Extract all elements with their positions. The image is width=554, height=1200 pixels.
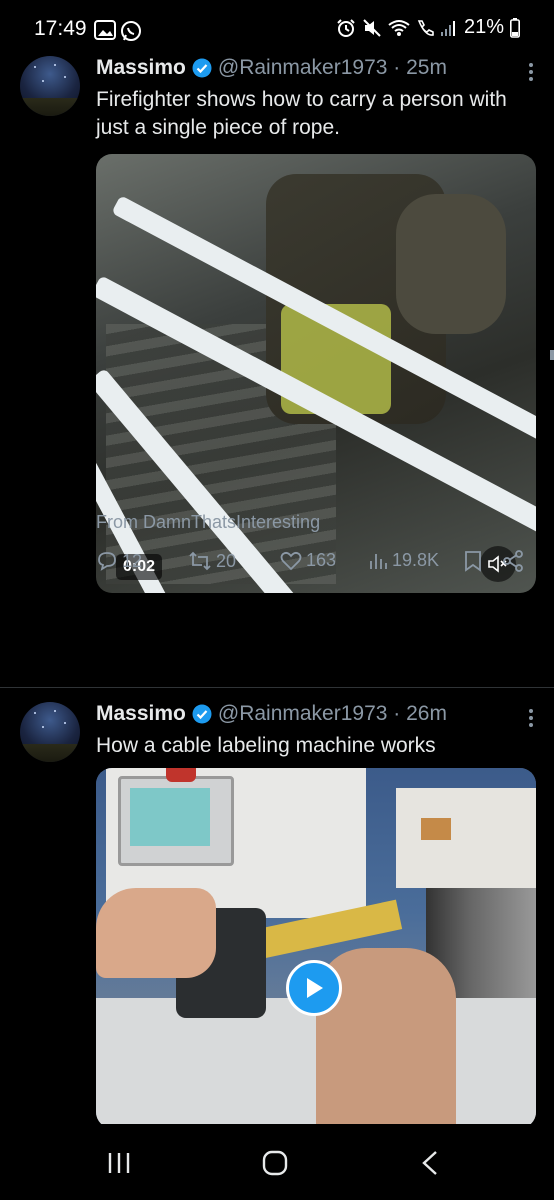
home-icon [262, 1150, 288, 1176]
whatsapp-icon [121, 21, 141, 41]
tweet-divider [0, 687, 554, 688]
scroll-indicator[interactable] [550, 350, 554, 360]
tweet-text: How a cable labeling machine works [96, 734, 436, 757]
author-handle[interactable]: @Rainmaker1973 · 25m [218, 56, 447, 80]
heart-icon [280, 551, 302, 570]
status-bar: 17:49 21% [0, 0, 554, 60]
recent-apps-icon [108, 1153, 130, 1173]
wifi-icon [388, 19, 410, 36]
bookmark-button[interactable] [464, 550, 482, 572]
alarm-icon [337, 18, 355, 37]
reply-button[interactable]: 12 [96, 550, 142, 572]
bookmark-icon [465, 551, 481, 572]
play-button[interactable] [286, 960, 342, 1016]
gallery-icon [94, 20, 116, 40]
avatar[interactable] [20, 702, 80, 762]
recent-apps-button[interactable] [106, 1150, 132, 1181]
author-name[interactable]: Massimo [96, 702, 186, 726]
share-button[interactable] [502, 550, 524, 572]
video-player[interactable] [96, 768, 536, 1128]
tweet[interactable]: Massimo @Rainmaker1973 · 26m How a cable… [0, 702, 554, 1132]
tweet-header: Massimo @Rainmaker1973 · 25m [96, 56, 447, 80]
verified-badge-icon [192, 58, 212, 78]
tweet[interactable]: Massimo @Rainmaker1973 · 25m Firefighter… [0, 56, 554, 686]
back-icon [422, 1151, 437, 1175]
more-options-icon[interactable] [528, 60, 534, 84]
retweet-button[interactable]: 20 [188, 550, 236, 572]
view-count: 19.8K [392, 550, 440, 570]
views-chart-icon [370, 553, 387, 569]
back-button[interactable] [420, 1150, 440, 1181]
tweet-header: Massimo @Rainmaker1973 · 26m [96, 702, 447, 726]
video-source[interactable]: From DamnThatsInteresting [96, 512, 320, 533]
verified-badge-icon [192, 704, 212, 724]
status-time: 17:49 [34, 17, 87, 40]
author-name[interactable]: Massimo [96, 56, 186, 80]
views-button[interactable]: 19.8K [368, 550, 439, 571]
more-options-icon[interactable] [528, 706, 534, 730]
author-handle[interactable]: @Rainmaker1973 · 26m [218, 702, 447, 726]
avatar[interactable] [20, 56, 80, 116]
battery-icon [510, 17, 520, 38]
tweet-text: Firefighter shows how to carry a person … [96, 88, 507, 139]
reply-icon [98, 552, 116, 571]
like-count: 163 [306, 550, 337, 570]
signal-icon [440, 20, 455, 36]
like-button[interactable]: 163 [280, 550, 336, 571]
wifi-calling-icon [417, 19, 434, 36]
retweet-icon [189, 551, 211, 571]
share-icon [503, 550, 523, 572]
action-bar: 12 20 163 19.8K [96, 550, 528, 578]
battery-text: 21% [463, 16, 504, 38]
mute-icon [363, 18, 381, 37]
system-nav-bar [0, 1124, 554, 1200]
play-icon [307, 978, 323, 998]
retweet-count: 20 [216, 550, 237, 571]
home-button[interactable] [262, 1150, 288, 1181]
reply-count: 12 [122, 550, 143, 571]
